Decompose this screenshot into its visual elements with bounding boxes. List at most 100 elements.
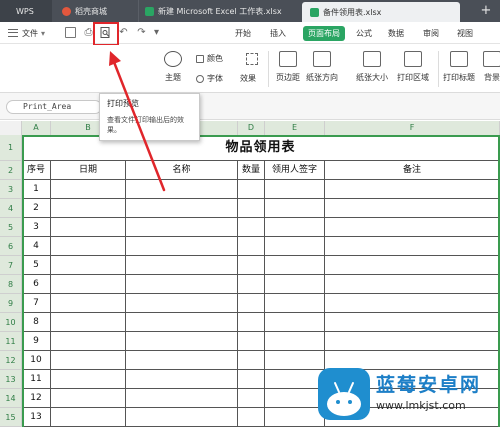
paper-size-button[interactable]: 纸张大小 [356, 51, 388, 83]
table-cell[interactable] [265, 313, 325, 332]
table-cell[interactable] [238, 332, 265, 351]
row-header[interactable]: 2 [0, 161, 22, 180]
table-cell[interactable] [238, 408, 265, 427]
serial-cell[interactable]: 1 [22, 180, 51, 199]
tab-new-workbook[interactable]: 新建 Microsoft Excel 工作表.xlsx [138, 0, 298, 22]
print-area-button[interactable]: 打印区域 [397, 51, 429, 83]
serial-cell[interactable]: 8 [22, 313, 51, 332]
table-cell[interactable] [325, 237, 500, 256]
sheet-title[interactable]: 物品领用表 [22, 135, 500, 161]
table-cell[interactable] [325, 275, 500, 294]
table-cell[interactable] [51, 370, 126, 389]
serial-cell[interactable]: 12 [22, 389, 51, 408]
serial-cell[interactable]: 6 [22, 275, 51, 294]
redo-icon[interactable]: ↷ [136, 27, 147, 38]
table-cell[interactable] [126, 256, 238, 275]
serial-cell[interactable]: 4 [22, 237, 51, 256]
table-cell[interactable] [238, 199, 265, 218]
table-cell[interactable] [126, 218, 238, 237]
table-cell[interactable] [238, 218, 265, 237]
table-cell[interactable] [265, 275, 325, 294]
serial-cell[interactable]: 2 [22, 199, 51, 218]
table-cell[interactable] [51, 237, 126, 256]
tab-data[interactable]: 数据 [388, 27, 404, 41]
table-cell[interactable] [238, 389, 265, 408]
name-box[interactable]: Print_Area [6, 100, 102, 114]
serial-cell[interactable]: 10 [22, 351, 51, 370]
table-cell[interactable] [325, 294, 500, 313]
row-header[interactable]: 15 [0, 408, 22, 427]
table-cell[interactable] [238, 275, 265, 294]
table-cell[interactable] [265, 218, 325, 237]
tab-view[interactable]: 视图 [457, 27, 473, 41]
table-cell[interactable] [126, 351, 238, 370]
column-title-cell[interactable]: 序号 [22, 161, 51, 180]
table-cell[interactable] [325, 256, 500, 275]
table-cell[interactable] [51, 294, 126, 313]
serial-cell[interactable]: 3 [22, 218, 51, 237]
table-cell[interactable] [325, 199, 500, 218]
table-cell[interactable] [51, 199, 126, 218]
table-cell[interactable] [126, 370, 238, 389]
column-title-cell[interactable]: 备注 [325, 161, 500, 180]
font-button[interactable]: 字体 [196, 73, 223, 84]
table-cell[interactable] [265, 237, 325, 256]
margin-button[interactable]: 页边距 [276, 51, 300, 83]
print-titles-button[interactable]: 打印标题 [443, 51, 475, 83]
table-cell[interactable] [265, 180, 325, 199]
table-cell[interactable] [265, 294, 325, 313]
file-menu-button[interactable]: 文件 ▾ [8, 26, 45, 40]
table-cell[interactable] [51, 408, 126, 427]
table-cell[interactable] [265, 389, 325, 408]
table-cell[interactable] [51, 180, 126, 199]
row-header[interactable]: 1 [0, 135, 22, 161]
row-header[interactable]: 14 [0, 389, 22, 408]
table-cell[interactable] [126, 389, 238, 408]
tab-active-workbook[interactable]: 备件领用表.xlsx [302, 2, 460, 22]
tab-start[interactable]: 开始 [235, 27, 251, 41]
column-header-a[interactable]: A [22, 121, 51, 135]
row-header[interactable]: 9 [0, 294, 22, 313]
table-cell[interactable] [265, 199, 325, 218]
table-cell[interactable] [51, 351, 126, 370]
background-button[interactable]: 背景 [483, 51, 500, 83]
row-header[interactable]: 5 [0, 218, 22, 237]
table-cell[interactable] [51, 256, 126, 275]
effect-icon[interactable] [246, 53, 258, 65]
table-cell[interactable] [126, 294, 238, 313]
table-cell[interactable] [126, 332, 238, 351]
table-cell[interactable] [238, 351, 265, 370]
new-tab-button[interactable]: + [478, 2, 494, 20]
column-header-f[interactable]: F [325, 121, 500, 135]
table-cell[interactable] [238, 370, 265, 389]
column-header-d[interactable]: D [238, 121, 265, 135]
serial-cell[interactable]: 11 [22, 370, 51, 389]
table-cell[interactable] [51, 332, 126, 351]
table-cell[interactable] [238, 237, 265, 256]
table-cell[interactable] [51, 313, 126, 332]
tab-insert[interactable]: 插入 [270, 27, 286, 41]
table-cell[interactable] [265, 351, 325, 370]
column-title-cell[interactable]: 领用人签字 [265, 161, 325, 180]
tab-store[interactable]: 稻壳商城 [56, 0, 134, 22]
table-cell[interactable] [265, 408, 325, 427]
table-cell[interactable] [126, 313, 238, 332]
table-cell[interactable] [265, 370, 325, 389]
serial-cell[interactable]: 7 [22, 294, 51, 313]
tab-page-layout[interactable]: 页面布局 [303, 26, 345, 41]
undo-icon[interactable]: ↶ [118, 27, 129, 38]
color-button[interactable]: 颜色 [196, 53, 223, 64]
row-header[interactable]: 4 [0, 199, 22, 218]
row-header[interactable]: 10 [0, 313, 22, 332]
table-cell[interactable] [325, 218, 500, 237]
table-cell[interactable] [126, 199, 238, 218]
theme-button[interactable]: 主题 [164, 51, 182, 83]
table-cell[interactable] [51, 275, 126, 294]
quick-access-more-icon[interactable]: ▾ [151, 27, 162, 38]
select-all-corner[interactable] [0, 121, 22, 135]
table-cell[interactable] [325, 180, 500, 199]
row-header[interactable]: 3 [0, 180, 22, 199]
row-header[interactable]: 13 [0, 370, 22, 389]
save-icon[interactable] [65, 27, 76, 38]
table-cell[interactable] [238, 294, 265, 313]
